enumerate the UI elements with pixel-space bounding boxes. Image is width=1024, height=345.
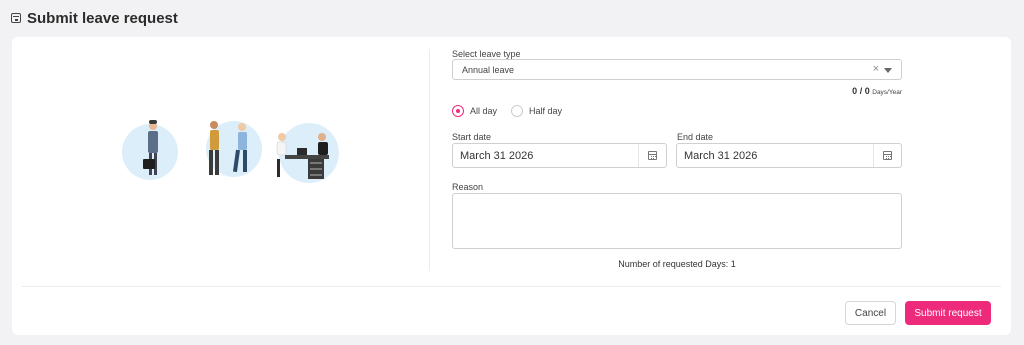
requested-days: Number of requested Days: 1	[618, 259, 736, 269]
submit-request-button[interactable]: Submit request	[905, 301, 991, 325]
duration-radio-group: All day Half day	[452, 105, 576, 117]
footer-divider	[22, 286, 1001, 287]
radio-half-day[interactable]: Half day	[511, 105, 562, 117]
radio-half-day-label: Half day	[529, 106, 563, 116]
calendar-icon	[648, 151, 657, 160]
vertical-divider	[429, 49, 430, 271]
radio-all-day-label: All day	[470, 106, 498, 116]
radio-dot[interactable]	[511, 105, 524, 117]
leave-quota: 0 / 0 Days/Year	[852, 86, 902, 96]
leave-illustration	[122, 120, 339, 183]
reason-label: Reason	[452, 182, 484, 192]
calendar-icon	[11, 13, 21, 23]
end-date-label: End date	[677, 132, 714, 142]
page-title: Submit leave request	[27, 9, 178, 27]
radio-all-day[interactable]: All day	[452, 105, 497, 117]
clear-icon[interactable]: ×	[873, 63, 879, 75]
chevron-down-icon[interactable]	[884, 68, 892, 73]
radio-dot[interactable]	[452, 105, 464, 117]
start-date-value: March 31 2026	[460, 150, 534, 162]
start-date-picker-button[interactable]	[638, 144, 666, 167]
leave-type-select[interactable]: Annual leave ×	[452, 59, 902, 80]
start-date-label: Start date	[452, 132, 492, 142]
quota-unit: Days/Year	[872, 89, 902, 96]
leave-request-card: Select leave type Annual leave × 0 / 0 D…	[12, 37, 1011, 335]
end-date-field[interactable]: March 31 2026	[676, 143, 902, 168]
leave-type-value: Annual leave	[462, 65, 515, 75]
quota-separator: /	[859, 86, 863, 96]
leave-type-label: Select leave type	[452, 49, 521, 59]
cancel-button[interactable]: Cancel	[845, 301, 896, 325]
calendar-icon	[883, 151, 892, 160]
quota-used: 0	[852, 86, 858, 96]
quota-total: 0	[864, 86, 870, 96]
start-date-field[interactable]: March 31 2026	[452, 143, 667, 168]
end-date-value: March 31 2026	[684, 150, 758, 162]
page-header: Submit leave request	[11, 8, 178, 28]
end-date-picker-button[interactable]	[873, 144, 901, 167]
reason-textarea[interactable]	[452, 193, 902, 249]
